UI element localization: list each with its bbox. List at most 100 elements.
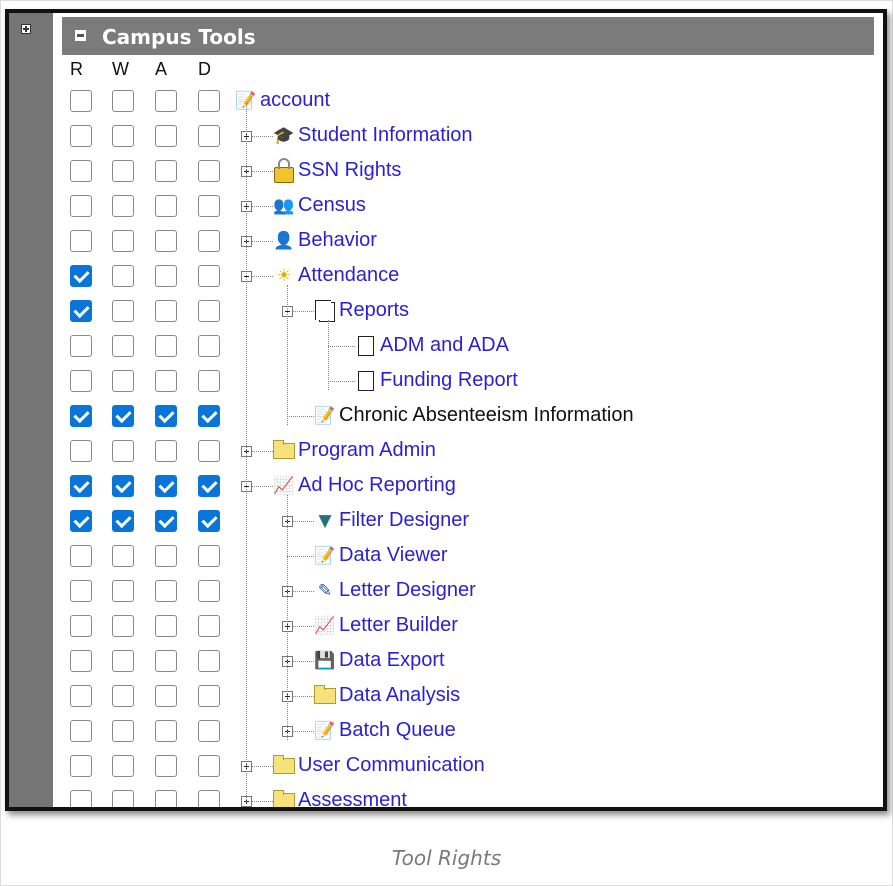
- checkbox-d[interactable]: [198, 90, 220, 112]
- tree-item-label[interactable]: account: [260, 89, 330, 112]
- checkbox-a[interactable]: [155, 265, 177, 287]
- checkbox-w[interactable]: [112, 720, 134, 742]
- checkbox-a[interactable]: [155, 720, 177, 742]
- checkbox-r[interactable]: [70, 370, 92, 392]
- checkbox-a[interactable]: [155, 440, 177, 462]
- expand-all-icon[interactable]: [21, 24, 31, 34]
- checkbox-a[interactable]: [155, 300, 177, 322]
- checkbox-w[interactable]: [112, 90, 134, 112]
- checkbox-d[interactable]: [198, 370, 220, 392]
- checkbox-a[interactable]: [155, 195, 177, 217]
- checkbox-d[interactable]: [198, 650, 220, 672]
- checkbox-w[interactable]: [112, 685, 134, 707]
- checkbox-d[interactable]: [198, 125, 220, 147]
- tree-item-label[interactable]: Letter Builder: [339, 614, 458, 637]
- tree-item-label[interactable]: Student Information: [298, 124, 473, 147]
- checkbox-r[interactable]: [70, 125, 92, 147]
- checkbox-d[interactable]: [198, 755, 220, 777]
- tree-item-label[interactable]: Funding Report: [380, 369, 518, 392]
- checkbox-r[interactable]: [70, 510, 92, 532]
- checkbox-d[interactable]: [198, 510, 220, 532]
- checkbox-r[interactable]: [70, 90, 92, 112]
- checkbox-r[interactable]: [70, 720, 92, 742]
- checkbox-r[interactable]: [70, 265, 92, 287]
- tree-item-label[interactable]: Behavior: [298, 229, 377, 252]
- tree-item-label[interactable]: Reports: [339, 299, 409, 322]
- checkbox-w[interactable]: [112, 615, 134, 637]
- tree-item-label[interactable]: Data Analysis: [339, 684, 460, 707]
- checkbox-d[interactable]: [198, 300, 220, 322]
- checkbox-w[interactable]: [112, 370, 134, 392]
- checkbox-r[interactable]: [70, 755, 92, 777]
- checkbox-a[interactable]: [155, 755, 177, 777]
- checkbox-a[interactable]: [155, 335, 177, 357]
- checkbox-w[interactable]: [112, 755, 134, 777]
- checkbox-w[interactable]: [112, 545, 134, 567]
- checkbox-a[interactable]: [155, 650, 177, 672]
- checkbox-w[interactable]: [112, 125, 134, 147]
- tree-item-label[interactable]: Batch Queue: [339, 719, 456, 742]
- checkbox-r[interactable]: [70, 195, 92, 217]
- checkbox-d[interactable]: [198, 685, 220, 707]
- checkbox-d[interactable]: [198, 160, 220, 182]
- checkbox-r[interactable]: [70, 790, 92, 807]
- checkbox-a[interactable]: [155, 510, 177, 532]
- checkbox-a[interactable]: [155, 615, 177, 637]
- checkbox-w[interactable]: [112, 790, 134, 807]
- checkbox-w[interactable]: [112, 160, 134, 182]
- checkbox-d[interactable]: [198, 265, 220, 287]
- checkbox-r[interactable]: [70, 440, 92, 462]
- checkbox-r[interactable]: [70, 580, 92, 602]
- checkbox-w[interactable]: [112, 230, 134, 252]
- checkbox-w[interactable]: [112, 335, 134, 357]
- checkbox-r[interactable]: [70, 650, 92, 672]
- checkbox-a[interactable]: [155, 160, 177, 182]
- tree-item-label[interactable]: Data Export: [339, 649, 445, 672]
- checkbox-d[interactable]: [198, 790, 220, 807]
- checkbox-w[interactable]: [112, 405, 134, 427]
- tree-item-label[interactable]: Program Admin: [298, 439, 436, 462]
- tree-item-label[interactable]: Assessment: [298, 789, 407, 807]
- tree-item-label[interactable]: Census: [298, 194, 366, 217]
- checkbox-a[interactable]: [155, 790, 177, 807]
- tree-item-label[interactable]: Data Viewer: [339, 544, 448, 567]
- checkbox-a[interactable]: [155, 405, 177, 427]
- checkbox-r[interactable]: [70, 230, 92, 252]
- checkbox-d[interactable]: [198, 405, 220, 427]
- checkbox-r[interactable]: [70, 545, 92, 567]
- tree-item-label[interactable]: User Communication: [298, 754, 485, 777]
- tree-item-label[interactable]: SSN Rights: [298, 159, 401, 182]
- checkbox-a[interactable]: [155, 125, 177, 147]
- checkbox-a[interactable]: [155, 580, 177, 602]
- checkbox-r[interactable]: [70, 475, 92, 497]
- checkbox-d[interactable]: [198, 335, 220, 357]
- checkbox-a[interactable]: [155, 230, 177, 252]
- tree-item-label[interactable]: Filter Designer: [339, 509, 469, 532]
- checkbox-r[interactable]: [70, 685, 92, 707]
- checkbox-d[interactable]: [198, 195, 220, 217]
- checkbox-d[interactable]: [198, 615, 220, 637]
- collapse-icon[interactable]: [75, 30, 86, 41]
- checkbox-w[interactable]: [112, 475, 134, 497]
- tree-item-label[interactable]: ADM and ADA: [380, 334, 509, 357]
- checkbox-w[interactable]: [112, 440, 134, 462]
- checkbox-a[interactable]: [155, 685, 177, 707]
- checkbox-r[interactable]: [70, 300, 92, 322]
- checkbox-a[interactable]: [155, 545, 177, 567]
- checkbox-d[interactable]: [198, 230, 220, 252]
- checkbox-w[interactable]: [112, 195, 134, 217]
- tree-item-label[interactable]: Ad Hoc Reporting: [298, 474, 456, 497]
- tree-item-label[interactable]: Chronic Absenteeism Information: [339, 404, 634, 427]
- checkbox-r[interactable]: [70, 335, 92, 357]
- checkbox-w[interactable]: [112, 580, 134, 602]
- checkbox-d[interactable]: [198, 580, 220, 602]
- checkbox-r[interactable]: [70, 160, 92, 182]
- checkbox-w[interactable]: [112, 265, 134, 287]
- tree-item-label[interactable]: Letter Designer: [339, 579, 476, 602]
- checkbox-a[interactable]: [155, 90, 177, 112]
- checkbox-d[interactable]: [198, 440, 220, 462]
- checkbox-d[interactable]: [198, 475, 220, 497]
- checkbox-w[interactable]: [112, 650, 134, 672]
- checkbox-w[interactable]: [112, 510, 134, 532]
- checkbox-a[interactable]: [155, 370, 177, 392]
